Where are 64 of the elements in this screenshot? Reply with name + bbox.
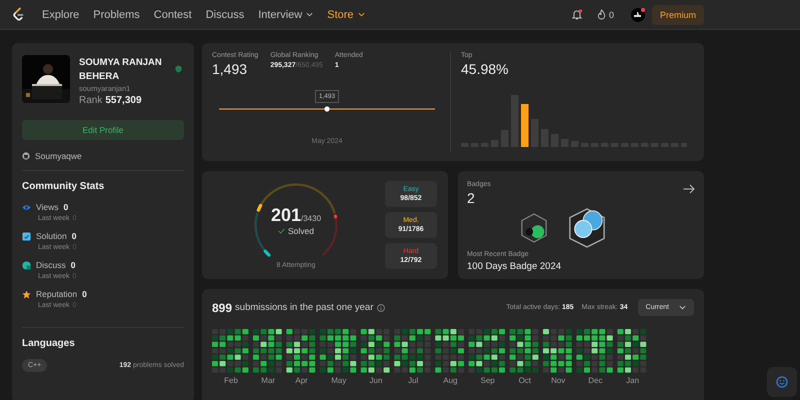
month-label: May (331, 376, 346, 385)
badges-count: 2 (467, 190, 476, 206)
check-icon (278, 228, 285, 234)
stat-label: Reputation (36, 289, 78, 299)
nav-link[interactable]: Problems (93, 8, 140, 20)
flame-icon[interactable] (596, 9, 606, 20)
submissions-count: 899 (212, 300, 232, 314)
stat-label: Discuss (36, 260, 66, 270)
histogram-bar (521, 104, 528, 147)
rank-value: 557,309 (105, 95, 142, 106)
nav-link[interactable]: Interview (258, 8, 314, 20)
month-label: Jun (370, 376, 382, 385)
streak-count: 0 (608, 10, 614, 20)
shield-icon (175, 65, 182, 73)
section-title: Community Stats (22, 181, 106, 192)
month-label: Nov (551, 376, 566, 385)
bell-icon[interactable] (570, 8, 583, 20)
recent-badge-name: 100 Days Badge 2024 (467, 261, 562, 272)
submissions-text: submissions in the past one year (235, 302, 374, 313)
premium-button[interactable]: Premium (652, 4, 704, 24)
stat-label: Views (36, 202, 59, 212)
nav-link[interactable]: Explore (42, 8, 80, 20)
rating-value: 1,493 (212, 61, 248, 77)
github-link[interactable]: Soumyaqwe (35, 151, 82, 161)
avatar-icon[interactable] (630, 8, 645, 22)
feedback-button[interactable] (767, 367, 797, 397)
chevron-icon (679, 305, 686, 310)
badge-icon (520, 213, 548, 243)
profile-name: SOUMYA RANJAN BEHERA (79, 56, 163, 84)
month-label: Mar (261, 376, 276, 385)
github-icon (22, 152, 30, 160)
stat-value: 0 (70, 260, 76, 270)
logo-icon[interactable] (12, 7, 25, 22)
rank-label: Rank (79, 95, 102, 106)
month-label: Dec (588, 376, 602, 385)
nav-link[interactable]: Discuss (206, 8, 244, 20)
info-icon[interactable] (377, 304, 386, 312)
chat-bubble-icon (22, 260, 31, 270)
eye-icon (22, 202, 31, 212)
month-label: Sep (480, 376, 495, 385)
star-icon (22, 290, 31, 298)
smiley-icon (776, 376, 788, 388)
solved-count: 201/3430 (270, 205, 322, 226)
month-label: Jan (626, 376, 640, 385)
month-label: Oct (518, 376, 532, 385)
top-percent: 45.98% (461, 61, 510, 77)
edit-profile-button[interactable]: Edit Profile (22, 120, 184, 140)
month-label: Aug (443, 376, 458, 385)
month-label: Feb (224, 376, 238, 385)
stat-value: 0 (82, 289, 87, 299)
nav-link[interactable]: Store (327, 8, 365, 20)
arrow-right-icon[interactable] (683, 184, 695, 194)
nav-link[interactable]: Contest (154, 8, 192, 20)
stat-value: 0 (72, 231, 76, 241)
badge-icon (568, 208, 606, 248)
section-title: Languages (22, 338, 76, 349)
chevron-icon (306, 12, 314, 17)
checkbox-icon (22, 232, 31, 240)
month-label: Jul (408, 376, 418, 385)
stat-value: 0 (64, 202, 68, 212)
chevron-icon (358, 12, 365, 17)
solved-label: Solved (288, 226, 314, 236)
month-label: Apr (295, 376, 308, 385)
stat-label: Solution (36, 231, 67, 241)
